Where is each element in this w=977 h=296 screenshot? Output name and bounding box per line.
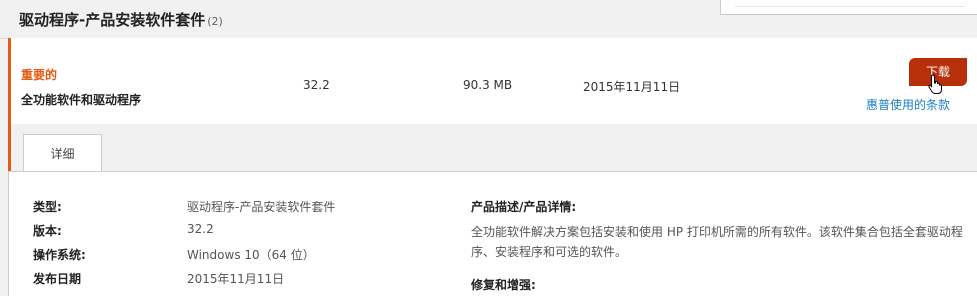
version-value: 32.2 — [187, 222, 214, 236]
version-label: 版本: — [33, 224, 62, 238]
os-value: Windows 10（64 位） — [187, 248, 315, 262]
os-label: 操作系统: — [33, 248, 86, 262]
fixes-heading: 修复和增强: — [471, 278, 536, 292]
overlay-divider — [735, 6, 965, 7]
importance-label: 重要的 — [21, 68, 58, 82]
description-text: 全功能软件解决方案包括安装和使用 HP 打印机所需的所有软件。该软件集合包括全套… — [471, 225, 963, 259]
release-date-label: 发布日期 — [33, 272, 82, 286]
software-row: 重要的 全功能软件和驱动程序 32.2 90.3 MB 2015年11月11日 … — [8, 38, 977, 124]
type-label: 类型: — [33, 200, 62, 214]
type-value: 驱动程序-产品安装软件套件 — [187, 200, 336, 214]
tab-details[interactable]: 详细 — [23, 134, 102, 173]
description-heading: 产品描述/产品详情: — [471, 200, 577, 214]
terms-link[interactable]: 惠普使用的条款 — [866, 96, 950, 113]
file-size: 90.3 MB — [463, 78, 513, 92]
hand-pointer-icon — [928, 74, 942, 94]
release-date-value: 2015年11月11日 — [187, 272, 285, 286]
software-version: 32.2 — [303, 78, 330, 92]
release-date: 2015年11月11日 — [583, 80, 681, 94]
section-count: (2) — [207, 15, 223, 28]
overlay-panel — [720, 0, 977, 15]
section-title-text: 驱动程序-产品安装软件套件 — [19, 11, 206, 29]
software-name: 全功能软件和驱动程序 — [21, 93, 142, 107]
section-title: 驱动程序-产品安装软件套件 (2) — [19, 9, 223, 30]
tab-bar: 详细 — [8, 124, 977, 173]
details-panel: 类型: 驱动程序-产品安装软件套件 版本: 32.2 操作系统: Windows… — [8, 171, 977, 296]
